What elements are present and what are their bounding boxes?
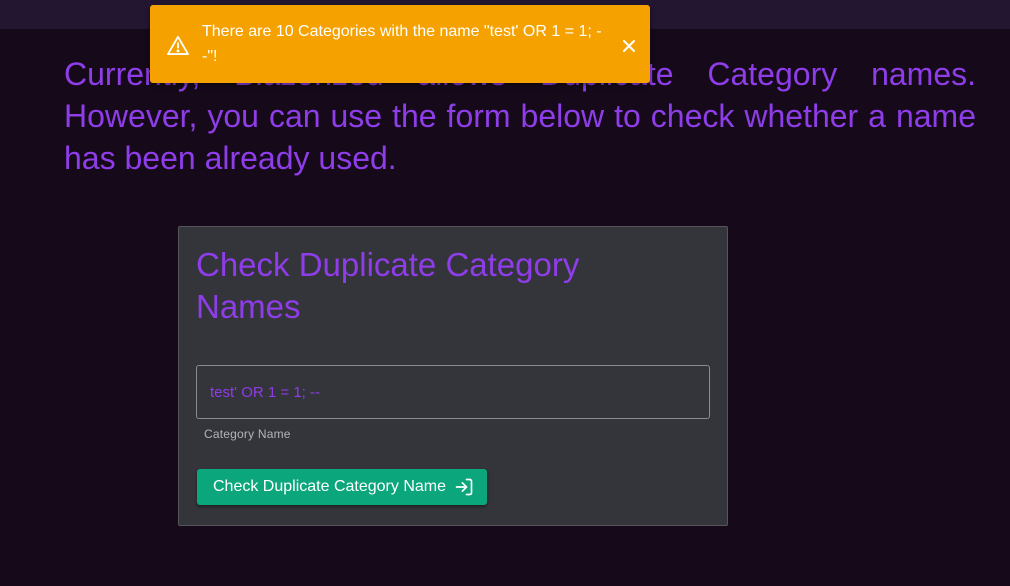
category-name-field[interactable]	[196, 365, 710, 419]
close-icon[interactable]	[620, 37, 638, 55]
check-duplicate-button[interactable]: Check Duplicate Category Name	[197, 469, 487, 505]
card-title: Check Duplicate Category Names	[196, 246, 580, 325]
duplicate-result-alert: There are 10 Categories with the name "t…	[150, 5, 650, 83]
warning-icon	[167, 35, 189, 60]
check-duplicate-button-label: Check Duplicate Category Name	[213, 478, 446, 495]
login-icon	[454, 477, 474, 497]
category-name-input[interactable]	[197, 366, 709, 418]
check-duplicate-form-card: Check Duplicate Category Names Category …	[178, 226, 728, 526]
alert-message: There are 10 Categories with the name "t…	[202, 23, 602, 65]
category-name-helper-label: Category Name	[204, 427, 291, 441]
